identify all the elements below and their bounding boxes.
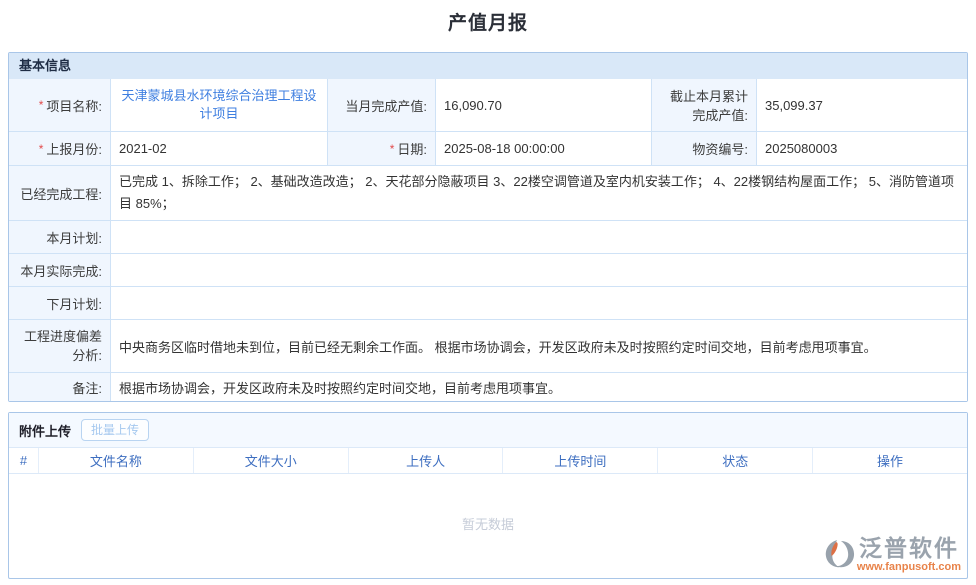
empty-data-text: 暂无数据 xyxy=(9,514,967,533)
attachments-header: 附件上传 批量上传 xyxy=(9,413,967,447)
column-header-upload-time: 上传时间 xyxy=(503,448,658,473)
next-month-plan-label: 下月计划: xyxy=(9,287,111,319)
material-no-label: 物资编号: xyxy=(652,132,757,165)
fanpu-logo-icon xyxy=(825,538,855,574)
required-asterisk: * xyxy=(39,142,44,156)
basic-info-section-title: 基本信息 xyxy=(9,53,967,79)
report-month-value: 2021-02 xyxy=(111,132,328,165)
row-month-plan: 本月计划: xyxy=(9,220,967,253)
row-month-actual: 本月实际完成: xyxy=(9,253,967,286)
cumulative-output-label: 截止本月累计完成产值: xyxy=(652,79,757,131)
month-plan-value xyxy=(111,221,967,253)
row-project-output: * 项目名称: 天津蒙城县水环境综合治理工程设计项目 当月完成产值: 16,09… xyxy=(9,79,967,131)
column-header-file-size: 文件大小 xyxy=(194,448,349,473)
column-header-index: # xyxy=(9,448,39,473)
batch-upload-button[interactable]: 批量上传 xyxy=(81,419,149,441)
column-header-status: 状态 xyxy=(658,448,813,473)
report-month-label: * 上报月份: xyxy=(9,132,111,165)
attachments-section-title: 附件上传 xyxy=(19,421,71,440)
date-label: * 日期: xyxy=(328,132,436,165)
attachments-section: 附件上传 批量上传 # 文件名称 文件大小 上传人 上传时间 状态 操作 暂无数… xyxy=(8,412,968,579)
basic-info-section: 基本信息 * 项目名称: 天津蒙城县水环境综合治理工程设计项目 当月完成产值: … xyxy=(8,52,968,402)
row-remark: 备注: 根据市场协调会，开发区政府未及时按照约定时间交地，目前考虑甩项事宜。 xyxy=(9,372,967,401)
next-month-plan-value xyxy=(111,287,967,319)
column-header-file-name: 文件名称 xyxy=(39,448,194,473)
required-asterisk: * xyxy=(39,98,44,112)
row-month-date: * 上报月份: 2021-02 * 日期: 2025-08-18 00:00:0… xyxy=(9,131,967,165)
attachments-table-body: 暂无数据 泛普软件 www.fanpusoft.com xyxy=(9,474,967,577)
vendor-website: www.fanpusoft.com xyxy=(857,561,961,574)
project-name-label: * 项目名称: xyxy=(9,79,111,131)
completed-work-label: 已经完成工程: xyxy=(9,166,111,220)
month-output-label: 当月完成产值: xyxy=(328,79,436,131)
column-header-uploader: 上传人 xyxy=(349,448,504,473)
month-actual-label: 本月实际完成: xyxy=(9,254,111,286)
remark-label: 备注: xyxy=(9,373,111,401)
material-no-value: 2025080003 xyxy=(757,132,967,165)
remark-value: 根据市场协调会，开发区政府未及时按照约定时间交地，目前考虑甩项事宜。 xyxy=(111,373,967,401)
completed-work-value: 已完成 1、拆除工作； 2、基础改造改造； 2、天花部分隐蔽项目 3、22楼空调… xyxy=(111,166,967,220)
cumulative-output-value: 35,099.37 xyxy=(757,79,967,131)
month-actual-value xyxy=(111,254,967,286)
required-asterisk: * xyxy=(390,142,395,156)
deviation-analysis-value: 中央商务区临时借地未到位，目前已经无剩余工作面。 根据市场协调会，开发区政府未及… xyxy=(111,320,967,372)
date-value: 2025-08-18 00:00:00 xyxy=(436,132,652,165)
project-name-cell: 天津蒙城县水环境综合治理工程设计项目 xyxy=(111,79,328,131)
page-title: 产值月报 xyxy=(0,0,976,35)
vendor-logo-text: 泛普软件 xyxy=(859,537,959,560)
row-deviation-analysis: 工程进度偏差分析: 中央商务区临时借地未到位，目前已经无剩余工作面。 根据市场协… xyxy=(9,319,967,372)
column-header-actions: 操作 xyxy=(813,448,967,473)
attachments-table-header: # 文件名称 文件大小 上传人 上传时间 状态 操作 xyxy=(9,447,967,474)
deviation-analysis-label: 工程进度偏差分析: xyxy=(9,320,111,372)
project-name-link[interactable]: 天津蒙城县水环境综合治理工程设计项目 xyxy=(119,87,319,122)
month-plan-label: 本月计划: xyxy=(9,221,111,253)
row-completed-work: 已经完成工程: 已完成 1、拆除工作； 2、基础改造改造； 2、天花部分隐蔽项目… xyxy=(9,165,967,220)
month-output-value: 16,090.70 xyxy=(436,79,652,131)
vendor-logo: 泛普软件 www.fanpusoft.com xyxy=(825,537,961,574)
row-next-month-plan: 下月计划: xyxy=(9,286,967,319)
